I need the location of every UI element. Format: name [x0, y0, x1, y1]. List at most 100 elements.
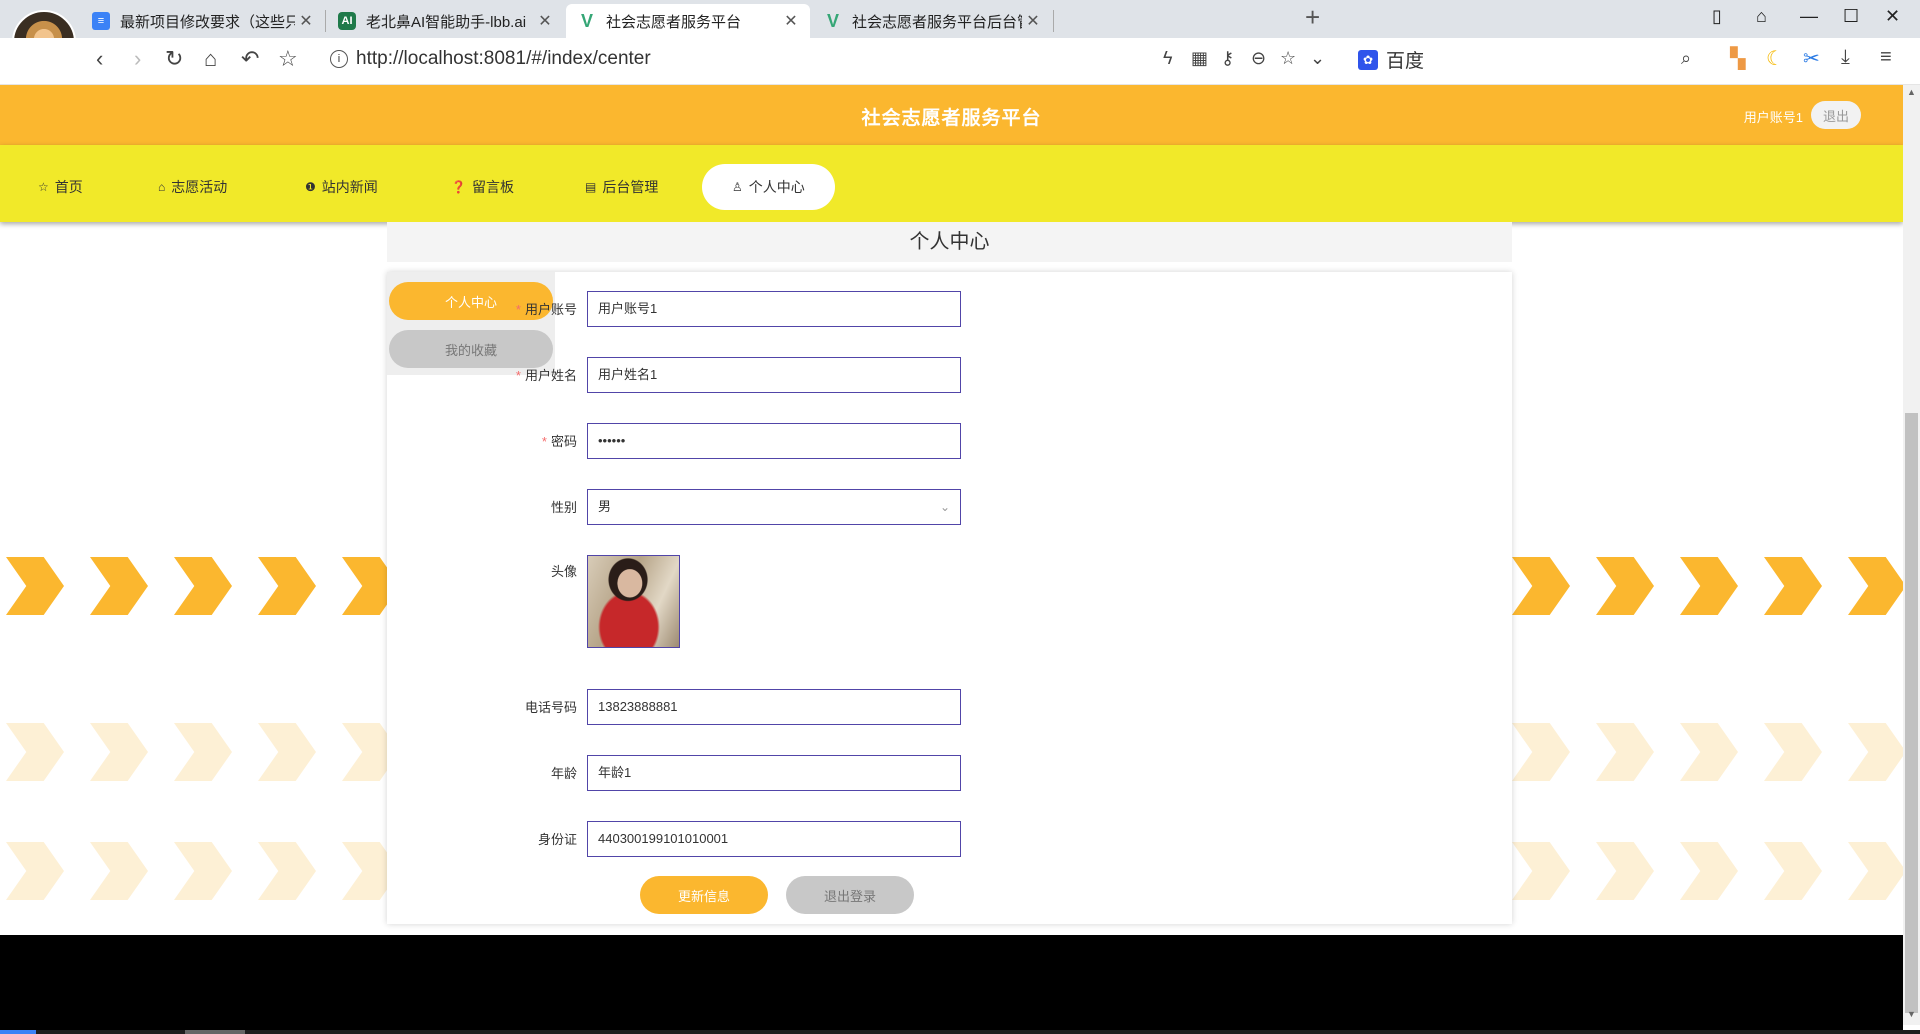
- extensions-icon[interactable]: ▚: [1730, 46, 1745, 71]
- form-row-phone: 电话号码 13823888881: [487, 689, 987, 727]
- question-icon: ❓: [451, 180, 466, 194]
- home-icon[interactable]: ⌂: [204, 46, 217, 72]
- nav-item-home[interactable]: ☆ 首页: [38, 164, 83, 210]
- name-label: * 用户姓名: [515, 368, 577, 383]
- browser-tab[interactable]: V 社会志愿者服务平台后台管理系统 ✕: [812, 4, 1052, 38]
- lightning-icon[interactable]: ϟ: [1163, 48, 1173, 69]
- decor-chevrons-left: [6, 557, 400, 615]
- briefcase-icon: ▤: [585, 180, 597, 194]
- download-icon[interactable]: ⤓: [1841, 46, 1850, 69]
- nav-label: 首页: [54, 179, 83, 195]
- password-input[interactable]: ••••••: [587, 423, 961, 459]
- info-icon: i: [330, 50, 348, 68]
- vue-icon: V: [826, 10, 839, 31]
- site-title: 社会志愿者服务平台: [861, 108, 1042, 129]
- decor-chevrons-right: [1512, 557, 1906, 615]
- bag-icon: ⌂: [158, 180, 166, 194]
- browser-tab[interactable]: ≡ 最新项目修改要求（这些只是通用 ✕: [80, 4, 325, 38]
- logout-button[interactable]: 退出登录: [786, 876, 914, 914]
- address-bar: ‹ › ↻ ⌂ ↶ ☆ i http://localhost:8081/#/ind…: [0, 38, 1920, 85]
- nav-item-messages[interactable]: ❓ 留言板: [451, 164, 514, 210]
- browser-tab-bar: ≡ 最新项目修改要求（这些只是通用 ✕ AI 老北鼻AI智能助手-lbb.ai …: [0, 0, 1920, 38]
- search-engine[interactable]: ✿ 百度: [1358, 46, 1424, 73]
- apps-icon[interactable]: ▦: [1191, 48, 1208, 69]
- star-icon: ☆: [38, 180, 49, 194]
- name-input[interactable]: 用户姓名1: [587, 357, 961, 393]
- new-tab-button[interactable]: +: [1305, 2, 1320, 33]
- nav-label: 站内新闻: [321, 179, 378, 195]
- nav-item-admin[interactable]: ▤ 后台管理: [585, 164, 658, 210]
- favorite-icon[interactable]: ☆: [1280, 48, 1296, 69]
- idcard-input[interactable]: 440300199101010001: [587, 821, 961, 857]
- pin-icon[interactable]: ⌂: [1756, 6, 1767, 27]
- maximize-icon[interactable]: ☐: [1843, 6, 1859, 27]
- gender-value: 男: [598, 499, 612, 514]
- vertical-scrollbar[interactable]: ▲ ▼: [1903, 85, 1920, 1025]
- nav-label: 留言板: [471, 179, 514, 195]
- account-label: * 用户账号: [515, 302, 577, 317]
- gender-select[interactable]: 男 ⌄: [587, 489, 961, 525]
- nav-item-profile[interactable]: ♙ 个人中心: [702, 164, 835, 210]
- age-input[interactable]: 年龄1: [587, 755, 961, 791]
- close-icon[interactable]: ✕: [1022, 11, 1044, 31]
- phone-label: 电话号码: [524, 700, 577, 715]
- decor-chevrons-left-light-2: [6, 842, 400, 900]
- key-icon[interactable]: ⚷: [1221, 48, 1234, 69]
- tab-title: 社会志愿者服务平台后台管理系统: [852, 13, 1022, 31]
- avatar-label: 头像: [550, 564, 577, 579]
- site-header: 社会志愿者服务平台 用户账号1 退出: [0, 85, 1903, 145]
- close-icon[interactable]: ✕: [295, 11, 317, 31]
- age-label: 年龄: [550, 766, 577, 781]
- nav-label: 个人中心: [748, 179, 805, 195]
- decor-chevrons-right-light: [1512, 723, 1906, 781]
- browser-tab-active[interactable]: V 社会志愿者服务平台 ✕: [566, 4, 810, 38]
- zoom-icon[interactable]: ⊖: [1251, 48, 1266, 69]
- browser-tab[interactable]: AI 老北鼻AI智能助手-lbb.ai ✕: [326, 4, 564, 38]
- header-logout-button[interactable]: 退出: [1811, 101, 1861, 129]
- url-text: http://localhost:8081/#/index/center: [356, 48, 651, 69]
- form-row-password: * 密码 ••••••: [487, 423, 987, 461]
- form-row-name: * 用户姓名 用户姓名1: [487, 357, 987, 395]
- avatar-image[interactable]: [587, 555, 680, 648]
- minimize-icon[interactable]: —: [1800, 6, 1818, 27]
- nav-item-news[interactable]: ❶ 站内新闻: [305, 164, 378, 210]
- tab-title: 老北鼻AI智能助手-lbb.ai: [366, 13, 527, 31]
- info-icon: ❶: [305, 180, 316, 194]
- close-icon[interactable]: ✕: [534, 11, 556, 31]
- bookmark-star-icon[interactable]: ☆: [278, 46, 298, 72]
- header-username: 用户账号1: [1743, 110, 1803, 125]
- window-close-icon[interactable]: ✕: [1885, 6, 1900, 27]
- account-input[interactable]: 用户账号1: [587, 291, 961, 327]
- tab-title: 最新项目修改要求（这些只是通用: [120, 13, 295, 31]
- nav-label: 后台管理: [602, 179, 659, 195]
- decor-chevrons-left-light: [6, 723, 400, 781]
- idcard-label: 身份证: [537, 832, 577, 847]
- main-nav: ☆ 首页 ⌂ 志愿活动 ❶ 站内新闻 ❓ 留言板 ▤ 后台管理 ♙ 个人中心: [0, 145, 1903, 222]
- undo-icon[interactable]: ↶: [241, 46, 259, 72]
- user-icon: ♙: [732, 180, 743, 194]
- password-label: * 密码: [541, 434, 577, 449]
- scissors-icon[interactable]: ✂: [1803, 46, 1820, 71]
- taskbar-strip: [0, 1030, 1920, 1034]
- url-field[interactable]: i http://localhost:8081/#/index/center: [330, 48, 651, 70]
- back-icon[interactable]: ‹: [96, 46, 103, 72]
- moon-icon[interactable]: ☾: [1766, 46, 1784, 71]
- form-row-avatar: 头像: [487, 555, 987, 648]
- form-row-account: * 用户账号 用户账号1: [487, 291, 987, 329]
- reload-icon[interactable]: ↻: [165, 46, 183, 72]
- phone-input[interactable]: 13823888881: [587, 689, 961, 725]
- page-title: 个人中心: [387, 222, 1512, 262]
- update-info-button[interactable]: 更新信息: [640, 876, 768, 914]
- scroll-down-icon[interactable]: ▼: [1903, 1009, 1920, 1023]
- sidebar-toggle-icon[interactable]: ▯: [1712, 6, 1722, 27]
- menu-icon[interactable]: ≡: [1880, 46, 1892, 69]
- search-icon[interactable]: ⌕: [1681, 48, 1691, 69]
- nav-item-activities[interactable]: ⌂ 志愿活动: [158, 164, 227, 210]
- chevron-down-icon[interactable]: ⌄: [1310, 48, 1325, 69]
- tab-title: 社会志愿者服务平台: [606, 13, 742, 31]
- bottom-black-area: [0, 935, 1903, 1034]
- forward-icon[interactable]: ›: [134, 46, 141, 72]
- scroll-up-icon[interactable]: ▲: [1903, 87, 1920, 101]
- close-icon[interactable]: ✕: [780, 11, 802, 31]
- scroll-thumb[interactable]: [1905, 413, 1918, 1013]
